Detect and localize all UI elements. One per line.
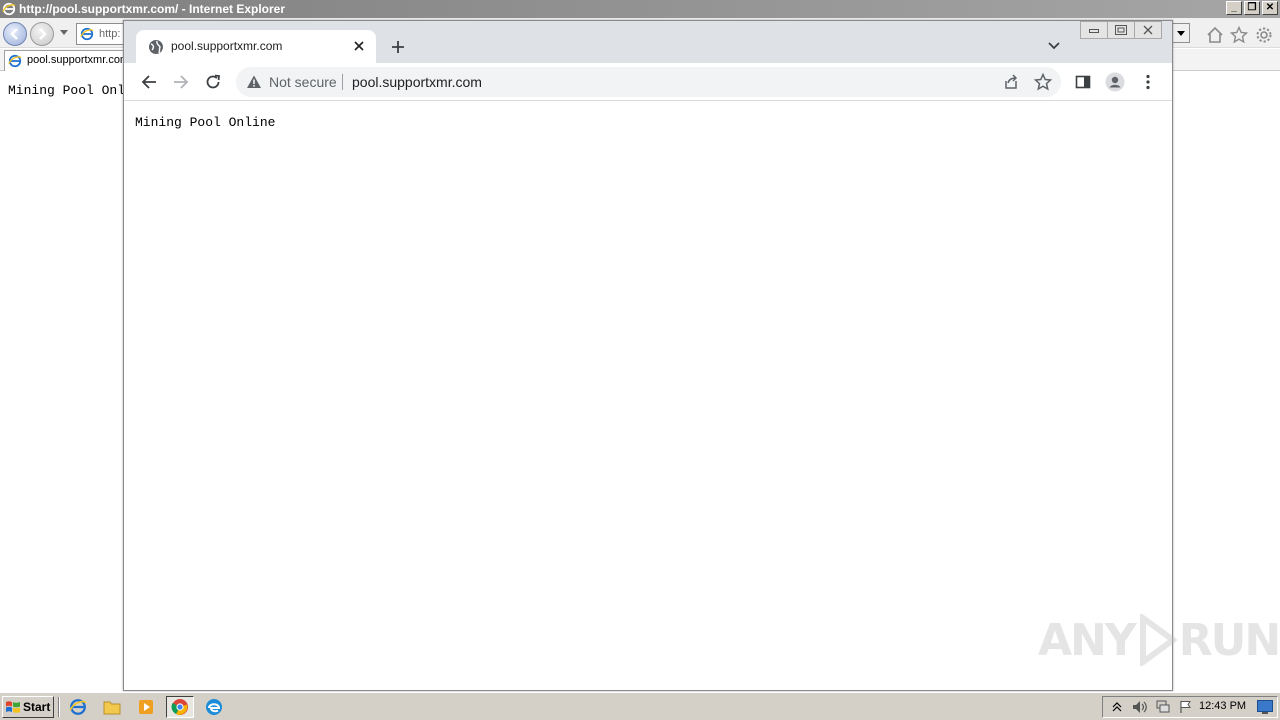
profile-button[interactable] — [1104, 71, 1126, 93]
start-label: Start — [23, 700, 51, 714]
system-tray: 12:43 PM — [1102, 696, 1278, 718]
tray-action-center[interactable] — [1177, 699, 1195, 715]
taskbar-internet-explorer[interactable] — [64, 696, 92, 718]
back-button[interactable] — [138, 71, 160, 93]
chrome-window: pool.supportxmr.com Not secure pool.supp… — [123, 20, 1173, 691]
tray-network[interactable] — [1154, 699, 1172, 715]
chrome-window-controls — [1080, 21, 1162, 39]
media-player-icon — [139, 700, 153, 714]
tray-volume[interactable] — [1131, 699, 1149, 715]
chrome-page-content: Mining Pool Online — [124, 102, 1172, 690]
internet-explorer-icon — [8, 54, 22, 68]
chrome-tab[interactable]: pool.supportxmr.com — [136, 30, 376, 63]
ie-window-controls: _ ❐ ✕ — [1226, 1, 1278, 15]
omnibox[interactable]: Not secure pool.supportxmr.com — [236, 67, 1061, 97]
taskbar-separator — [58, 697, 60, 717]
chrome-close-button[interactable] — [1134, 21, 1162, 39]
plus-icon — [392, 41, 404, 53]
url-text[interactable]: pool.supportxmr.com — [352, 74, 482, 90]
gear-icon[interactable] — [1255, 26, 1273, 44]
tray-clock[interactable]: 12:43 PM — [1199, 700, 1246, 712]
windows-logo-icon — [6, 701, 20, 713]
internet-explorer-icon — [69, 699, 87, 715]
ie-minimize-button[interactable]: _ — [1226, 1, 1242, 15]
chevron-up-icon — [1112, 702, 1122, 712]
side-panel-button[interactable] — [1072, 71, 1094, 93]
watermark-text-right: RUN — [1178, 614, 1280, 666]
chevron-down-icon — [1177, 30, 1185, 36]
bookmark-star-icon[interactable] — [1034, 73, 1052, 91]
close-icon — [1143, 25, 1153, 35]
chrome-icon — [171, 699, 188, 715]
forward-arrow-icon — [39, 28, 47, 40]
maximize-icon — [1115, 25, 1127, 35]
forward-arrow-icon — [174, 75, 189, 89]
share-icon[interactable] — [1002, 73, 1020, 91]
chrome-tab-strip: pool.supportxmr.com — [124, 21, 1172, 63]
chrome-menu-button[interactable] — [1137, 71, 1159, 93]
warning-icon[interactable] — [246, 74, 262, 90]
back-arrow-icon — [10, 28, 18, 40]
more-vertical-icon — [1146, 74, 1150, 90]
chrome-maximize-button[interactable] — [1107, 21, 1135, 39]
ie-restore-button[interactable]: ❐ — [1244, 1, 1260, 15]
flag-icon — [1180, 701, 1191, 713]
security-status-label[interactable]: Not secure — [269, 74, 337, 90]
chrome-tab-title: pool.supportxmr.com — [171, 39, 283, 53]
edge-icon — [206, 699, 222, 715]
ie-page-text: Mining Pool Onl — [8, 83, 126, 98]
chrome-minimize-button[interactable] — [1080, 21, 1108, 39]
taskbar-file-explorer[interactable] — [98, 696, 126, 718]
new-tab-button[interactable] — [388, 37, 408, 57]
internet-explorer-icon — [80, 27, 94, 41]
taskbar-chrome[interactable] — [166, 696, 194, 718]
home-icon[interactable] — [1206, 26, 1224, 44]
ie-window-title: http://pool.supportxmr.com/ - Internet E… — [19, 2, 286, 16]
ie-back-button[interactable] — [3, 22, 27, 46]
internet-explorer-icon — [2, 2, 16, 16]
tab-close-button[interactable] — [351, 38, 367, 54]
ie-address-dropdown-button[interactable] — [1172, 23, 1190, 43]
ie-forward-button[interactable] — [30, 22, 54, 46]
network-icon — [1156, 700, 1170, 713]
reload-button[interactable] — [202, 71, 224, 93]
page-body-text: Mining Pool Online — [135, 115, 276, 130]
reload-icon — [206, 74, 220, 89]
omnibox-divider — [342, 74, 343, 90]
back-arrow-icon — [141, 75, 156, 89]
tab-search-button[interactable] — [1045, 37, 1063, 55]
taskbar: Start 12:43 PM — [0, 692, 1280, 720]
ie-tab[interactable]: pool.supportxmr.com — [4, 50, 124, 71]
ie-titlebar[interactable]: http://pool.supportxmr.com/ - Internet E… — [0, 0, 1280, 18]
ie-tab-label: pool.supportxmr.com — [27, 54, 124, 66]
side-panel-icon — [1075, 75, 1091, 89]
ie-close-button[interactable]: ✕ — [1262, 1, 1278, 15]
speaker-icon — [1133, 701, 1147, 713]
play-logo-icon — [1139, 614, 1177, 666]
favorites-star-icon[interactable] — [1230, 26, 1248, 44]
folder-icon — [103, 701, 121, 715]
watermark-text-left: ANY — [1038, 614, 1137, 666]
close-icon — [354, 41, 364, 51]
chrome-toolbar: Not secure pool.supportxmr.com — [124, 63, 1172, 101]
taskbar-edge[interactable] — [200, 696, 228, 718]
taskbar-media-player[interactable] — [132, 696, 160, 718]
tray-expand-button[interactable] — [1108, 699, 1126, 715]
ie-address-text: http: — [99, 28, 121, 40]
ie-history-dropdown-icon[interactable] — [60, 30, 68, 35]
minimize-icon — [1089, 29, 1099, 33]
start-button[interactable]: Start — [2, 696, 54, 718]
anyrun-watermark: ANY RUN — [1038, 612, 1280, 668]
forward-button[interactable] — [170, 71, 192, 93]
chevron-down-icon — [1048, 42, 1060, 50]
globe-icon — [149, 40, 163, 54]
avatar-icon — [1105, 72, 1125, 92]
show-desktop-icon[interactable] — [1257, 700, 1273, 714]
